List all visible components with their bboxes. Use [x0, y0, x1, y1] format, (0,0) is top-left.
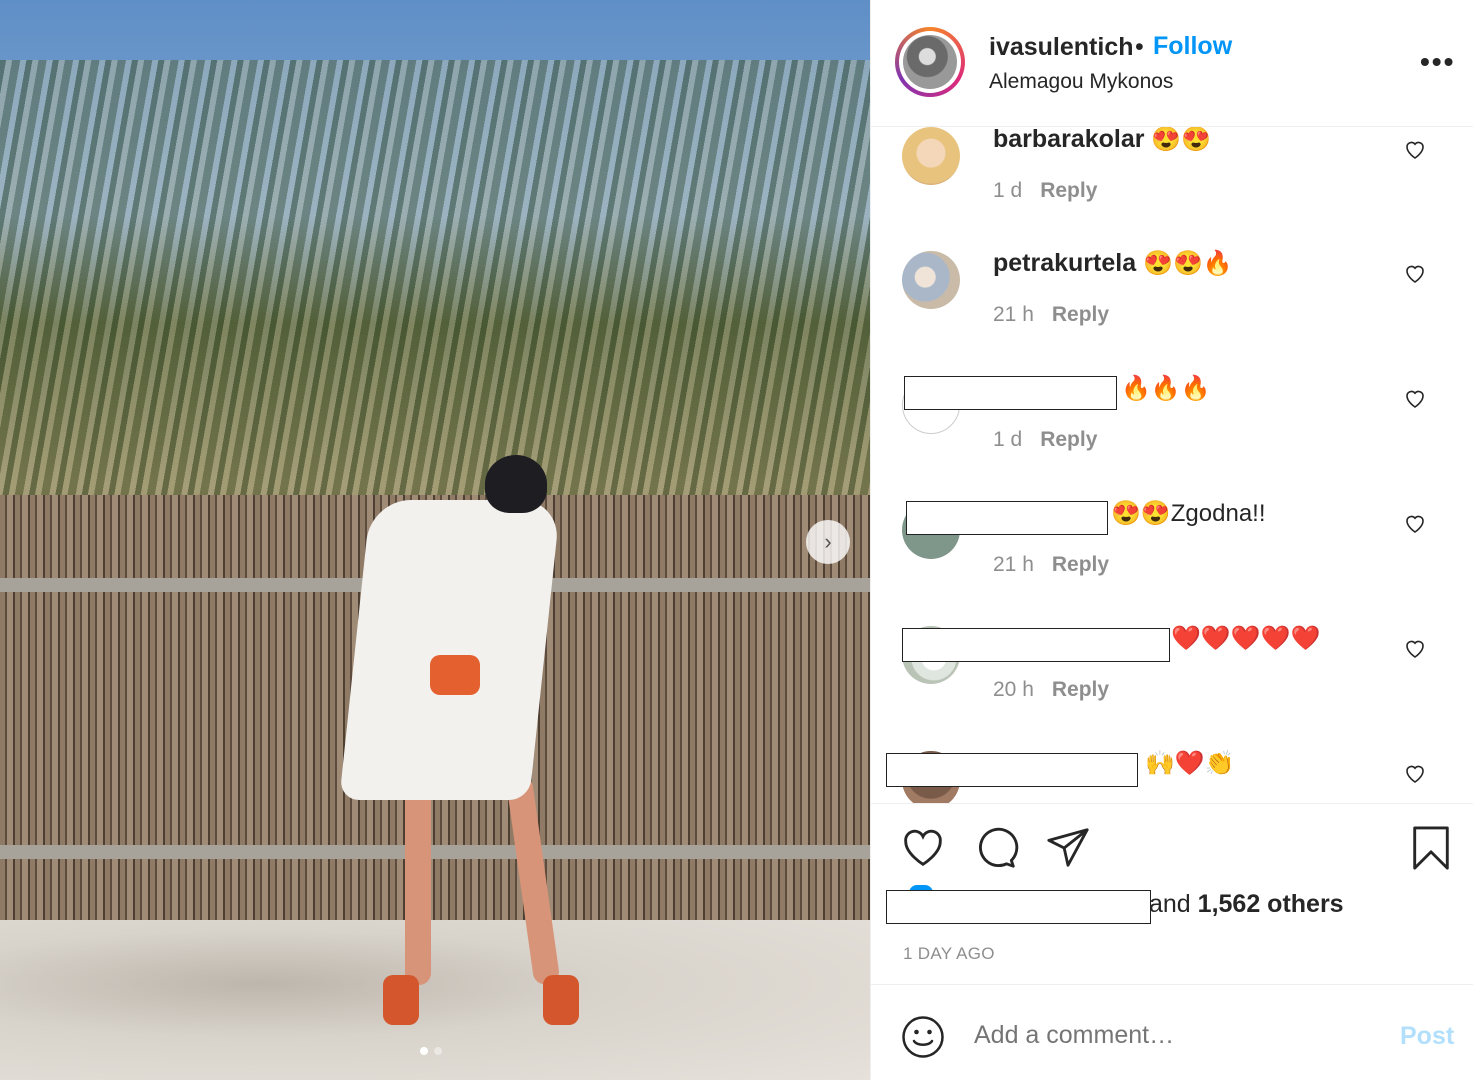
comment-text: 🙌❤️👏 [1145, 749, 1235, 778]
post-panel: ivasulentich • Follow Alemagou Mykonos •… [870, 0, 1473, 1080]
photo-shoe [543, 975, 579, 1025]
like-comment-heart-icon[interactable] [1403, 511, 1427, 535]
carousel-dot [434, 1047, 442, 1055]
reply-button[interactable]: Reply [1040, 428, 1097, 451]
add-comment-input[interactable] [974, 1021, 1354, 1050]
photo-shirt [339, 500, 561, 800]
next-photo-button[interactable]: › [806, 520, 850, 564]
comment-item: petrakurtela 😍😍🔥 21 h Reply [871, 249, 1473, 371]
comment-time: 21 h [993, 553, 1034, 576]
comment-text: ❤️❤️❤️❤️❤️ [1171, 624, 1320, 653]
avatar[interactable] [895, 27, 965, 97]
like-comment-heart-icon[interactable] [1403, 261, 1427, 285]
comment-body: 🔥🔥🔥 [1121, 375, 1211, 402]
comment-time: 1 d [993, 428, 1023, 451]
like-comment-heart-icon[interactable] [1403, 137, 1427, 161]
save-bookmark-icon[interactable] [1408, 825, 1454, 871]
comments-list[interactable]: barbarakolar 😍😍 1 d Reply petrakurtela 😍😍… [871, 127, 1473, 804]
comment-item: barbarakolar 😍😍 1 d Reply [871, 127, 1473, 247]
like-comment-heart-icon[interactable] [1403, 386, 1427, 410]
separator-dot: • [1135, 33, 1144, 61]
commenter-username[interactable]: barbarakolar [993, 127, 1144, 153]
reply-button[interactable]: Reply [1052, 303, 1109, 326]
comment-item: ❤️❤️❤️❤️❤️ 20 h Reply [871, 624, 1473, 746]
reply-button[interactable]: Reply [1040, 179, 1097, 202]
emoji-smile-icon[interactable] [901, 1015, 945, 1059]
redacted-username [906, 501, 1108, 535]
reply-button[interactable]: Reply [1052, 678, 1109, 701]
comment-meta: 20 h Reply [993, 678, 1127, 702]
comment-body: ❤️❤️❤️❤️❤️ [1171, 625, 1321, 652]
likes-prefix: and [1149, 890, 1198, 918]
comment-text: barbarakolar 😍😍 [993, 127, 1211, 154]
photo-leg [505, 774, 561, 986]
commenter-avatar[interactable] [902, 251, 960, 309]
comment-meta: 21 h Reply [993, 303, 1127, 327]
photo-cap [485, 455, 547, 513]
comment-time: 20 h [993, 678, 1034, 701]
like-comment-heart-icon[interactable] [1403, 636, 1427, 660]
redacted-username [902, 628, 1170, 662]
comment-meta: 1 d Reply [993, 428, 1115, 452]
share-paper-plane-icon[interactable] [1045, 825, 1091, 871]
likes-count[interactable]: and 1,562 others [1149, 890, 1344, 919]
photo-person [335, 455, 579, 1025]
photo-shoe [383, 975, 419, 1025]
comment-body: 😍😍🔥 [1143, 250, 1233, 277]
comment-text: 😍😍Zgodna!! [1111, 499, 1266, 528]
comment-item: 🙌❤️👏 [871, 749, 1473, 803]
carousel-dot-active [420, 1047, 428, 1055]
redacted-username [886, 753, 1138, 787]
comment-bubble-icon[interactable] [973, 825, 1019, 871]
post-comment-button[interactable]: Post [1400, 1022, 1454, 1051]
comment-time: 21 h [993, 303, 1034, 326]
comment-body: 😍😍Zgodna!! [1111, 500, 1266, 527]
redacted-username [904, 376, 1117, 410]
comment-text: petrakurtela 😍😍🔥 [993, 249, 1233, 278]
carousel-dots [420, 1047, 442, 1055]
post-date[interactable]: 1 DAY AGO [903, 944, 995, 964]
comment-item: 😍😍Zgodna!! 21 h Reply [871, 499, 1473, 621]
location-link[interactable]: Alemagou Mykonos [989, 70, 1173, 94]
commenter-username[interactable]: petrakurtela [993, 249, 1136, 277]
comment-time: 1 d [993, 179, 1023, 202]
photo-bikini [430, 655, 480, 695]
comment-item: 🔥🔥🔥 1 d Reply [871, 374, 1473, 496]
like-heart-icon[interactable] [900, 825, 946, 871]
like-comment-heart-icon[interactable] [1403, 761, 1427, 785]
username-link[interactable]: ivasulentich [989, 33, 1134, 62]
comment-meta: 21 h Reply [993, 553, 1127, 577]
photo-leg [405, 775, 431, 985]
add-comment-row: Post [871, 984, 1473, 1080]
more-options-icon[interactable]: ••• [1420, 46, 1455, 78]
post-photo[interactable]: › [0, 0, 870, 1080]
comment-body: 🙌❤️👏 [1145, 750, 1235, 777]
chevron-right-icon: › [824, 529, 832, 554]
reply-button[interactable]: Reply [1052, 553, 1109, 576]
comment-meta: 1 d Reply [993, 179, 1115, 203]
comment-body: 😍😍 [1151, 127, 1212, 153]
likes-others-link[interactable]: 1,562 others [1198, 890, 1344, 918]
redacted-liker-name [886, 890, 1151, 924]
commenter-avatar[interactable] [902, 127, 960, 185]
comment-text: 🔥🔥🔥 [1121, 374, 1211, 403]
post-header: ivasulentich • Follow Alemagou Mykonos •… [871, 0, 1473, 127]
follow-button[interactable]: Follow [1153, 32, 1232, 61]
